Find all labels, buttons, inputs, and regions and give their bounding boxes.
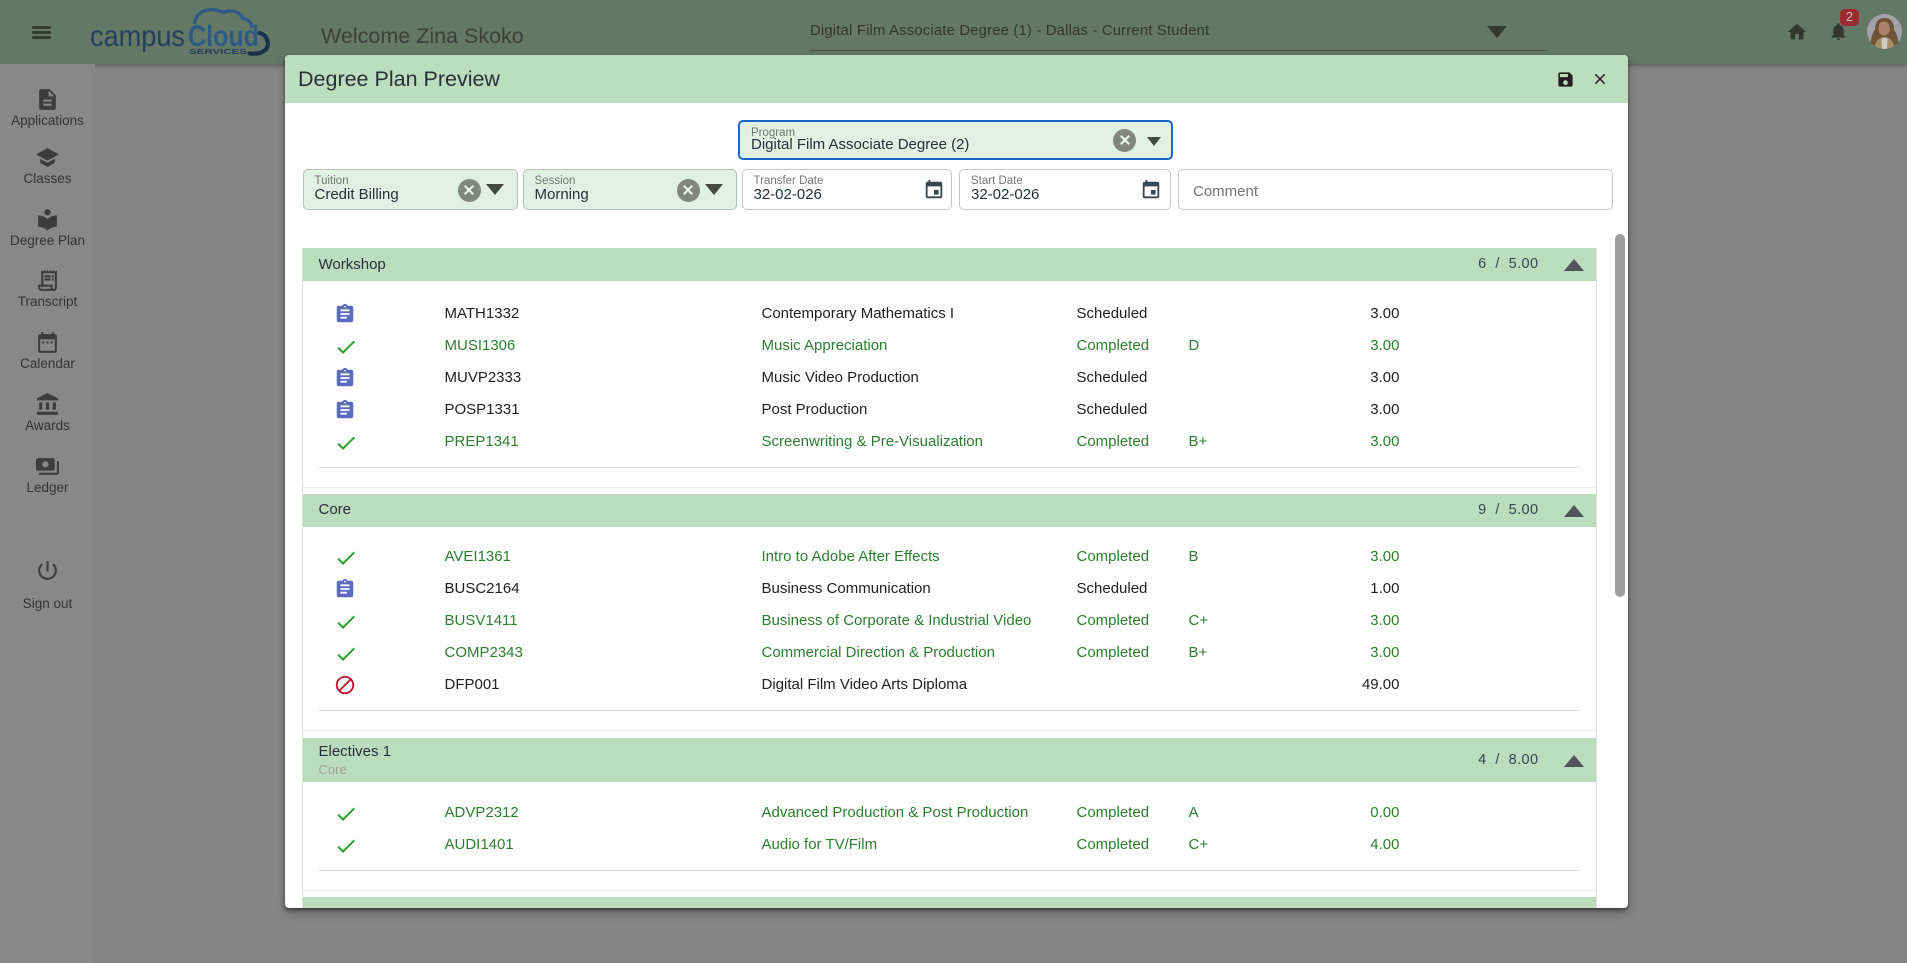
svg-text:SERVICES: SERVICES [189, 47, 247, 56]
svg-text:campus: campus [90, 20, 185, 53]
